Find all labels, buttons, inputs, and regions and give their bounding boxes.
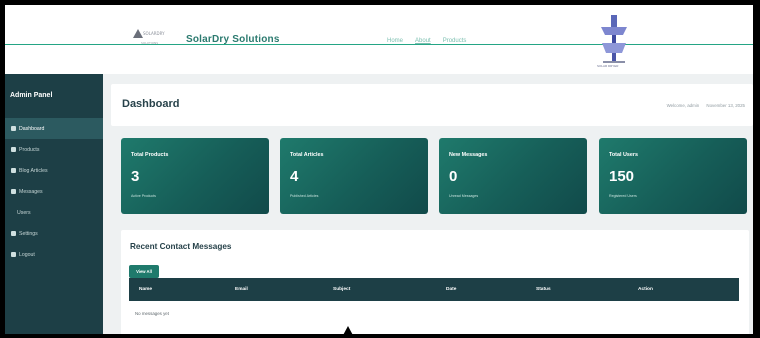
- solar-tower-icon: [601, 15, 627, 63]
- card-title: Total Articles: [290, 152, 324, 158]
- column-header-date[interactable]: Date: [446, 287, 456, 292]
- sidebar-item-messages[interactable]: Messages: [5, 181, 103, 202]
- messages-table-header: Name Email Subject Date Status Action: [129, 278, 739, 301]
- card-subtitle: Registered Users: [609, 194, 637, 198]
- sidebar-item-dashboard[interactable]: Dashboard: [5, 118, 103, 139]
- card-value: 0: [449, 168, 458, 185]
- main-content: Dashboard Welcome, admin November 13, 20…: [103, 74, 753, 334]
- sidebar-item-logout[interactable]: Logout: [5, 244, 103, 265]
- stats-cards: Total Products 3 Active Products Total A…: [121, 138, 749, 214]
- recent-messages-panel: Recent Contact Messages View All Name Em…: [121, 230, 749, 334]
- card-value: 4: [290, 168, 299, 185]
- panel-title: Recent Contact Messages: [130, 242, 232, 251]
- mouse-cursor: [341, 326, 355, 334]
- logout-icon: [11, 252, 16, 257]
- header-meta: Welcome, admin November 13, 2025: [667, 103, 745, 108]
- dashboard-icon: [11, 126, 16, 131]
- gear-icon: [11, 231, 16, 236]
- sidebar-item-label: Blog Articles: [19, 167, 48, 174]
- sidebar-item-label: Users: [17, 209, 31, 216]
- card-value: 150: [609, 168, 635, 185]
- card-value: 3: [131, 168, 140, 185]
- logo-triangle-icon: [133, 29, 143, 38]
- solar-tower-image: SOLAR DRYER: [593, 13, 635, 71]
- current-date: November 13, 2025: [706, 103, 745, 108]
- column-header-subject[interactable]: Subject: [333, 287, 350, 292]
- admin-sidebar: Admin Panel Dashboard Products Blog Arti…: [5, 74, 103, 334]
- sidebar-item-label: Settings: [19, 230, 38, 237]
- card-title: Total Products: [131, 152, 169, 158]
- page-title: Dashboard: [122, 98, 180, 110]
- card-title: Total Users: [609, 152, 638, 158]
- sidebar-menu: Dashboard Products Blog Articles Message…: [5, 118, 103, 265]
- column-header-email[interactable]: Email: [235, 287, 248, 292]
- article-icon: [11, 168, 16, 173]
- column-header-name[interactable]: Name: [139, 287, 152, 292]
- sidebar-item-label: Dashboard: [19, 125, 45, 132]
- stat-card-products[interactable]: Total Products 3 Active Products: [121, 138, 269, 214]
- sidebar-item-settings[interactable]: Settings: [5, 223, 103, 244]
- stat-card-articles[interactable]: Total Articles 4 Published Articles: [280, 138, 428, 214]
- empty-messages-text: No messages yet: [135, 311, 169, 316]
- sidebar-item-products[interactable]: Products: [5, 139, 103, 160]
- card-title: New Messages: [449, 152, 488, 158]
- welcome-text: Welcome, admin: [666, 103, 700, 108]
- logo-text: SOLARDRY: [143, 31, 165, 36]
- view-all-button[interactable]: View All: [129, 265, 159, 278]
- top-navbar: SOLARDRY SOLUTIONS SolarDry Solutions Ho…: [5, 5, 753, 73]
- sidebar-item-users[interactable]: Users: [5, 202, 103, 223]
- column-header-status[interactable]: Status: [536, 287, 551, 292]
- sidebar-item-label: Products: [19, 146, 40, 153]
- sidebar-item-label: Messages: [19, 188, 43, 195]
- accent-divider: [5, 44, 753, 45]
- column-header-action[interactable]: Action: [638, 287, 653, 292]
- card-subtitle: Unread Messages: [449, 194, 479, 198]
- stat-card-users[interactable]: Total Users 150 Registered Users: [599, 138, 747, 214]
- card-subtitle: Active Products: [131, 194, 156, 198]
- dashboard-header: Dashboard Welcome, admin November 13, 20…: [111, 84, 753, 126]
- company-logo[interactable]: SOLARDRY SOLUTIONS: [133, 27, 169, 49]
- tower-caption: SOLAR DRYER: [597, 64, 619, 68]
- box-icon: [11, 147, 16, 152]
- envelope-icon: [11, 189, 16, 194]
- sidebar-item-label: Logout: [19, 251, 35, 258]
- sidebar-title: Admin Panel: [10, 92, 53, 99]
- card-subtitle: Published Articles: [290, 194, 319, 198]
- screen-frame: SOLARDRY SOLUTIONS SolarDry Solutions Ho…: [0, 0, 760, 338]
- sidebar-item-blog-articles[interactable]: Blog Articles: [5, 160, 103, 181]
- stat-card-messages[interactable]: New Messages 0 Unread Messages: [439, 138, 587, 214]
